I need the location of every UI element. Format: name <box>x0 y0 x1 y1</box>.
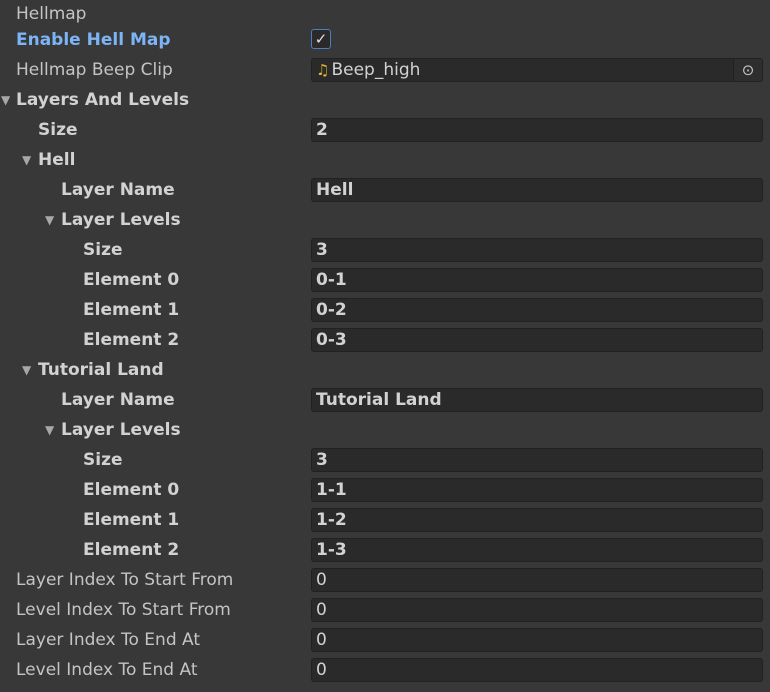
layers-size-label: Size <box>38 120 78 140</box>
layer-index-start-row: Layer Index To Start From 0 <box>0 566 770 596</box>
layer-name-label: Layer Name <box>61 390 175 410</box>
layer-foldout-label: Tutorial Land <box>38 360 164 380</box>
levels-size-input[interactable]: 3 <box>311 448 763 472</box>
level-element-input[interactable]: 1-1 <box>311 478 763 502</box>
level-element-row: Element 2 1-3 <box>0 536 770 566</box>
layer-name-input[interactable]: Hell <box>311 178 763 202</box>
layer-index-end-row: Layer Index To End At 0 <box>0 626 770 656</box>
level-element-label: Element 2 <box>83 330 180 350</box>
level-element-input[interactable]: 1-2 <box>311 508 763 532</box>
level-element-input[interactable]: 0-3 <box>311 328 763 352</box>
layer-index-start-label: Layer Index To Start From <box>16 570 234 590</box>
level-index-start-input[interactable]: 0 <box>311 598 763 622</box>
layer-levels-label: Layer Levels <box>61 420 181 440</box>
level-index-start-row: Level Index To Start From 0 <box>0 596 770 626</box>
levels-size-row: Size 3 <box>0 236 770 266</box>
level-element-input[interactable]: 0-1 <box>311 268 763 292</box>
level-element-label: Element 1 <box>83 510 180 530</box>
level-element-row: Element 2 0-3 <box>0 326 770 356</box>
foldout-arrow-icon[interactable]: ▼ <box>45 206 54 236</box>
layer-name-row: Layer Name Tutorial Land <box>0 386 770 416</box>
level-element-row: Element 0 1-1 <box>0 476 770 506</box>
levels-size-input[interactable]: 3 <box>311 238 763 262</box>
layer-foldout-row[interactable]: ▼ Tutorial Land <box>0 356 770 386</box>
layer-name-input[interactable]: Tutorial Land <box>311 388 763 412</box>
level-element-label: Element 2 <box>83 540 180 560</box>
level-element-label: Element 0 <box>83 270 180 290</box>
object-picker-icon[interactable]: ⊙ <box>733 59 762 81</box>
beep-clip-value: Beep_high <box>331 60 421 80</box>
layers-size-row: Size 2 <box>0 116 770 146</box>
levels-size-label: Size <box>83 450 123 470</box>
level-element-row: Element 1 1-2 <box>0 506 770 536</box>
enable-hell-map-row: Enable Hell Map ✓ <box>0 26 770 56</box>
layer-index-start-input[interactable]: 0 <box>311 568 763 592</box>
levels-size-row: Size 3 <box>0 446 770 476</box>
layer-levels-label: Layer Levels <box>61 210 181 230</box>
layers-foldout-label: Layers And Levels <box>16 90 190 110</box>
layer-index-end-input[interactable]: 0 <box>311 628 763 652</box>
level-element-input[interactable]: 0-2 <box>311 298 763 322</box>
layers-size-input[interactable]: 2 <box>311 118 763 142</box>
level-index-end-input[interactable]: 0 <box>311 658 763 682</box>
level-index-end-row: Level Index To End At 0 <box>0 656 770 686</box>
levels-size-label: Size <box>83 240 123 260</box>
foldout-arrow-icon[interactable]: ▼ <box>22 146 31 176</box>
foldout-arrow-icon[interactable]: ▼ <box>22 356 31 386</box>
level-element-row: Element 1 0-2 <box>0 296 770 326</box>
layer-name-row: Layer Name Hell <box>0 176 770 206</box>
layer-levels-foldout-row[interactable]: ▼ Layer Levels <box>0 206 770 236</box>
layers-foldout-row[interactable]: ▼ Layers And Levels <box>0 86 770 116</box>
audio-clip-icon: ♫ <box>316 61 330 79</box>
layer-index-end-label: Layer Index To End At <box>16 630 201 650</box>
layer-levels-foldout-row[interactable]: ▼ Layer Levels <box>0 416 770 446</box>
checkmark-icon: ✓ <box>314 30 328 48</box>
beep-clip-row: Hellmap Beep Clip ♫ Beep_high ⊙ <box>0 56 770 86</box>
foldout-arrow-icon[interactable]: ▼ <box>1 86 10 116</box>
beep-clip-field[interactable]: ♫ Beep_high ⊙ <box>311 58 763 82</box>
layer-name-label: Layer Name <box>61 180 175 200</box>
enable-hell-map-checkbox[interactable]: ✓ <box>311 29 331 49</box>
level-index-end-label: Level Index To End At <box>16 660 198 680</box>
level-index-start-label: Level Index To Start From <box>16 600 231 620</box>
level-element-label: Element 0 <box>83 480 180 500</box>
level-element-label: Element 1 <box>83 300 180 320</box>
layer-foldout-label: Hell <box>38 150 76 170</box>
layer-foldout-row[interactable]: ▼ Hell <box>0 146 770 176</box>
enable-hell-map-label: Enable Hell Map <box>16 30 171 50</box>
level-element-input[interactable]: 1-3 <box>311 538 763 562</box>
level-element-row: Element 0 0-1 <box>0 266 770 296</box>
beep-clip-label: Hellmap Beep Clip <box>16 60 173 80</box>
foldout-arrow-icon[interactable]: ▼ <box>45 416 54 446</box>
